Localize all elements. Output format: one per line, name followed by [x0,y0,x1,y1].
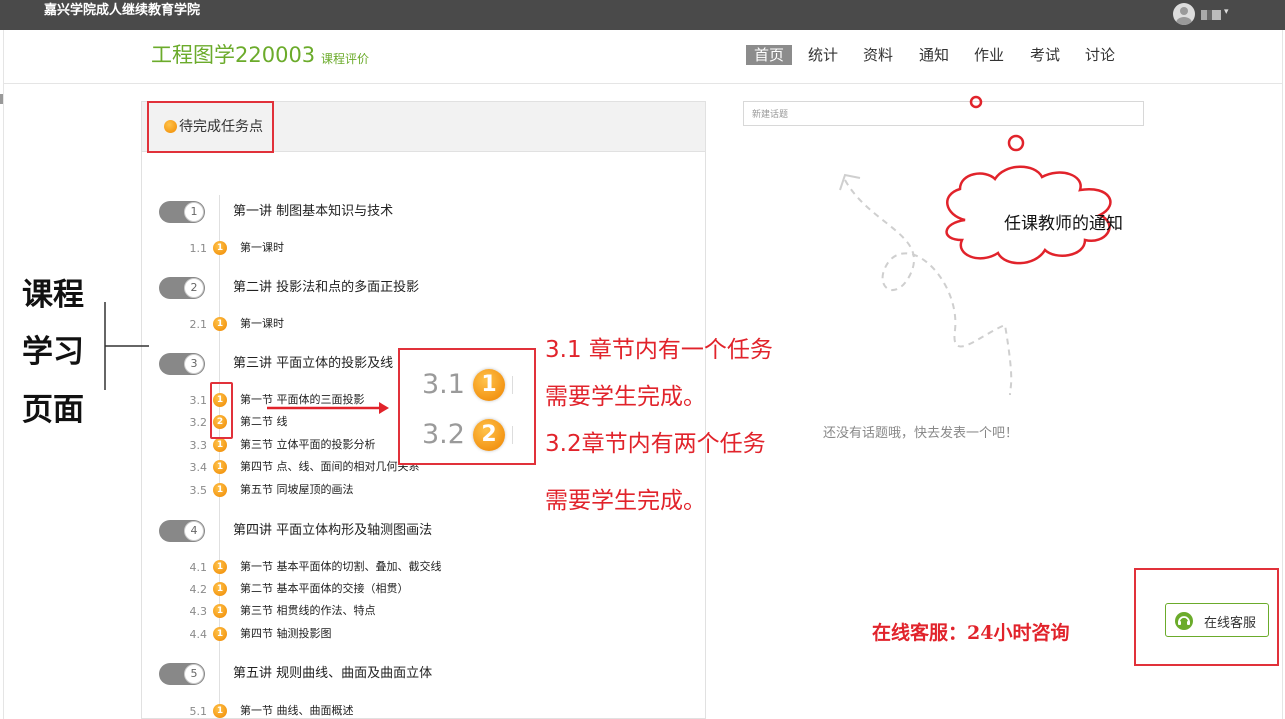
course-evaluation-link[interactable]: 课程评价 [321,50,369,67]
nav-notices[interactable]: 通知 [919,44,949,66]
nav-materials[interactable]: 资料 [863,44,893,66]
section-number: 1.1 [189,242,208,255]
online-service-button[interactable]: 在线客服 [1165,603,1269,637]
section-number: 4.4 [189,628,208,641]
section-title[interactable]: 第二节 基本平面体的交接（相贯） [240,582,409,596]
zoom-task-badge: 1 [473,369,505,401]
section-number: 3.2 [189,416,208,429]
lecture-title[interactable]: 第三讲 平面立体的投影及线 [233,356,393,372]
annotation-highlight-box [210,382,233,439]
task-count-badge: 1 [213,627,227,641]
side-bracket [104,302,149,390]
section-number: 2.1 [189,318,208,331]
task-count-badge: 1 [213,460,227,474]
section-number: 5.1 [189,705,208,718]
annotation-note: 3.2章节内有两个任务 [545,431,766,457]
lecture-number: 1 [184,202,204,222]
site-title[interactable]: 嘉兴学院成人继续教育学院 [44,1,200,21]
zoom-section-number: 3.2 [422,419,465,450]
annotation-note: 需要学生完成。 [545,384,706,410]
section-number: 3.1 [189,394,208,407]
headset-icon [1175,612,1193,630]
section-number: 3.4 [189,461,208,474]
nav-exams[interactable]: 考试 [1030,44,1060,66]
lecture-title[interactable]: 第一讲 制图基本知识与技术 [233,204,393,220]
service-annotation: 在线客服：24小时咨询 [872,622,1070,644]
task-count-badge: 1 [213,704,227,718]
section-title[interactable]: 第五节 同坡屋顶的画法 [240,483,354,497]
chevron-down-icon[interactable]: ▾ [1224,7,1229,17]
lecture-toggle[interactable]: 5 [159,663,205,685]
user-avatar-icon[interactable] [1173,3,1195,25]
lecture-number: 2 [184,278,204,298]
online-service-label: 在线客服 [1204,616,1257,631]
lecture-number: 4 [184,521,204,541]
section-title[interactable]: 第四节 轴测投影图 [240,627,332,641]
lecture-number: 3 [184,354,204,374]
nav-stats[interactable]: 统计 [808,44,838,66]
teacher-notice-cloud-label: 任课教师的通知 [1004,214,1123,234]
section-title[interactable]: 第三节 立体平面的投影分析 [240,438,376,452]
side-annotation-label: 课程 [22,277,84,313]
nav-home[interactable]: 首页 [746,45,792,65]
annotation-note: 需要学生完成。 [545,488,706,514]
section-number: 4.1 [189,561,208,574]
zoom-task-badge: 2 [473,419,505,451]
task-count-badge: 1 [213,604,227,618]
lecture-toggle[interactable]: 2 [159,277,205,299]
task-count-badge: 1 [213,483,227,497]
lecture-title[interactable]: 第二讲 投影法和点的多面正投影 [233,280,419,296]
side-annotation-label: 页面 [22,392,84,428]
lecture-toggle[interactable]: 4 [159,520,205,542]
section-number: 4.3 [189,605,208,618]
course-title: 工程图学220003 [151,43,316,67]
section-title[interactable]: 第一节 曲线、曲面概述 [240,704,354,718]
task-count-badge: 1 [213,582,227,596]
section-title[interactable]: 第四节 点、线、面间的相对几何关系 [240,460,420,474]
lecture-number: 5 [184,664,204,684]
nav-homework[interactable]: 作业 [974,44,1004,66]
section-title[interactable]: 第一节 基本平面体的切割、叠加、截交线 [240,560,442,574]
left-edge-marker [0,94,3,104]
section-number: 3.3 [189,439,208,452]
section-title[interactable]: 第二节 线 [240,415,288,429]
annotation-arrow-icon [267,402,389,414]
lecture-title[interactable]: 第四讲 平面立体构形及轴测图画法 [233,523,432,539]
username-redacted[interactable] [1201,10,1221,20]
task-count-badge: 1 [213,438,227,452]
empty-topics-message: 还没有话题哦，快去发表一个吧！ [823,426,1019,441]
section-title[interactable]: 第一课时 [240,317,284,331]
section-number: 3.5 [189,484,208,497]
zoom-divider [512,376,513,394]
empty-state-illustration [839,95,1112,396]
lecture-toggle[interactable]: 1 [159,201,205,223]
section-title[interactable]: 第三节 相贯线的作法、特点 [240,604,376,618]
task-count-badge: 1 [213,317,227,331]
side-annotation-label: 学习 [22,334,84,370]
annotation-highlight-box [147,101,274,153]
zoom-divider [512,426,513,444]
task-count-badge: 1 [213,241,227,255]
section-number: 4.2 [189,583,208,596]
lecture-toggle[interactable]: 3 [159,353,205,375]
lecture-title[interactable]: 第五讲 规则曲线、曲面及曲面立体 [233,666,432,682]
task-count-badge: 1 [213,560,227,574]
nav-discussion[interactable]: 讨论 [1085,44,1115,66]
section-title[interactable]: 第一课时 [240,241,284,255]
zoom-section-number: 3.1 [422,369,465,400]
zoomed-badges-callout: 3.1 1 3.2 2 [398,348,536,465]
